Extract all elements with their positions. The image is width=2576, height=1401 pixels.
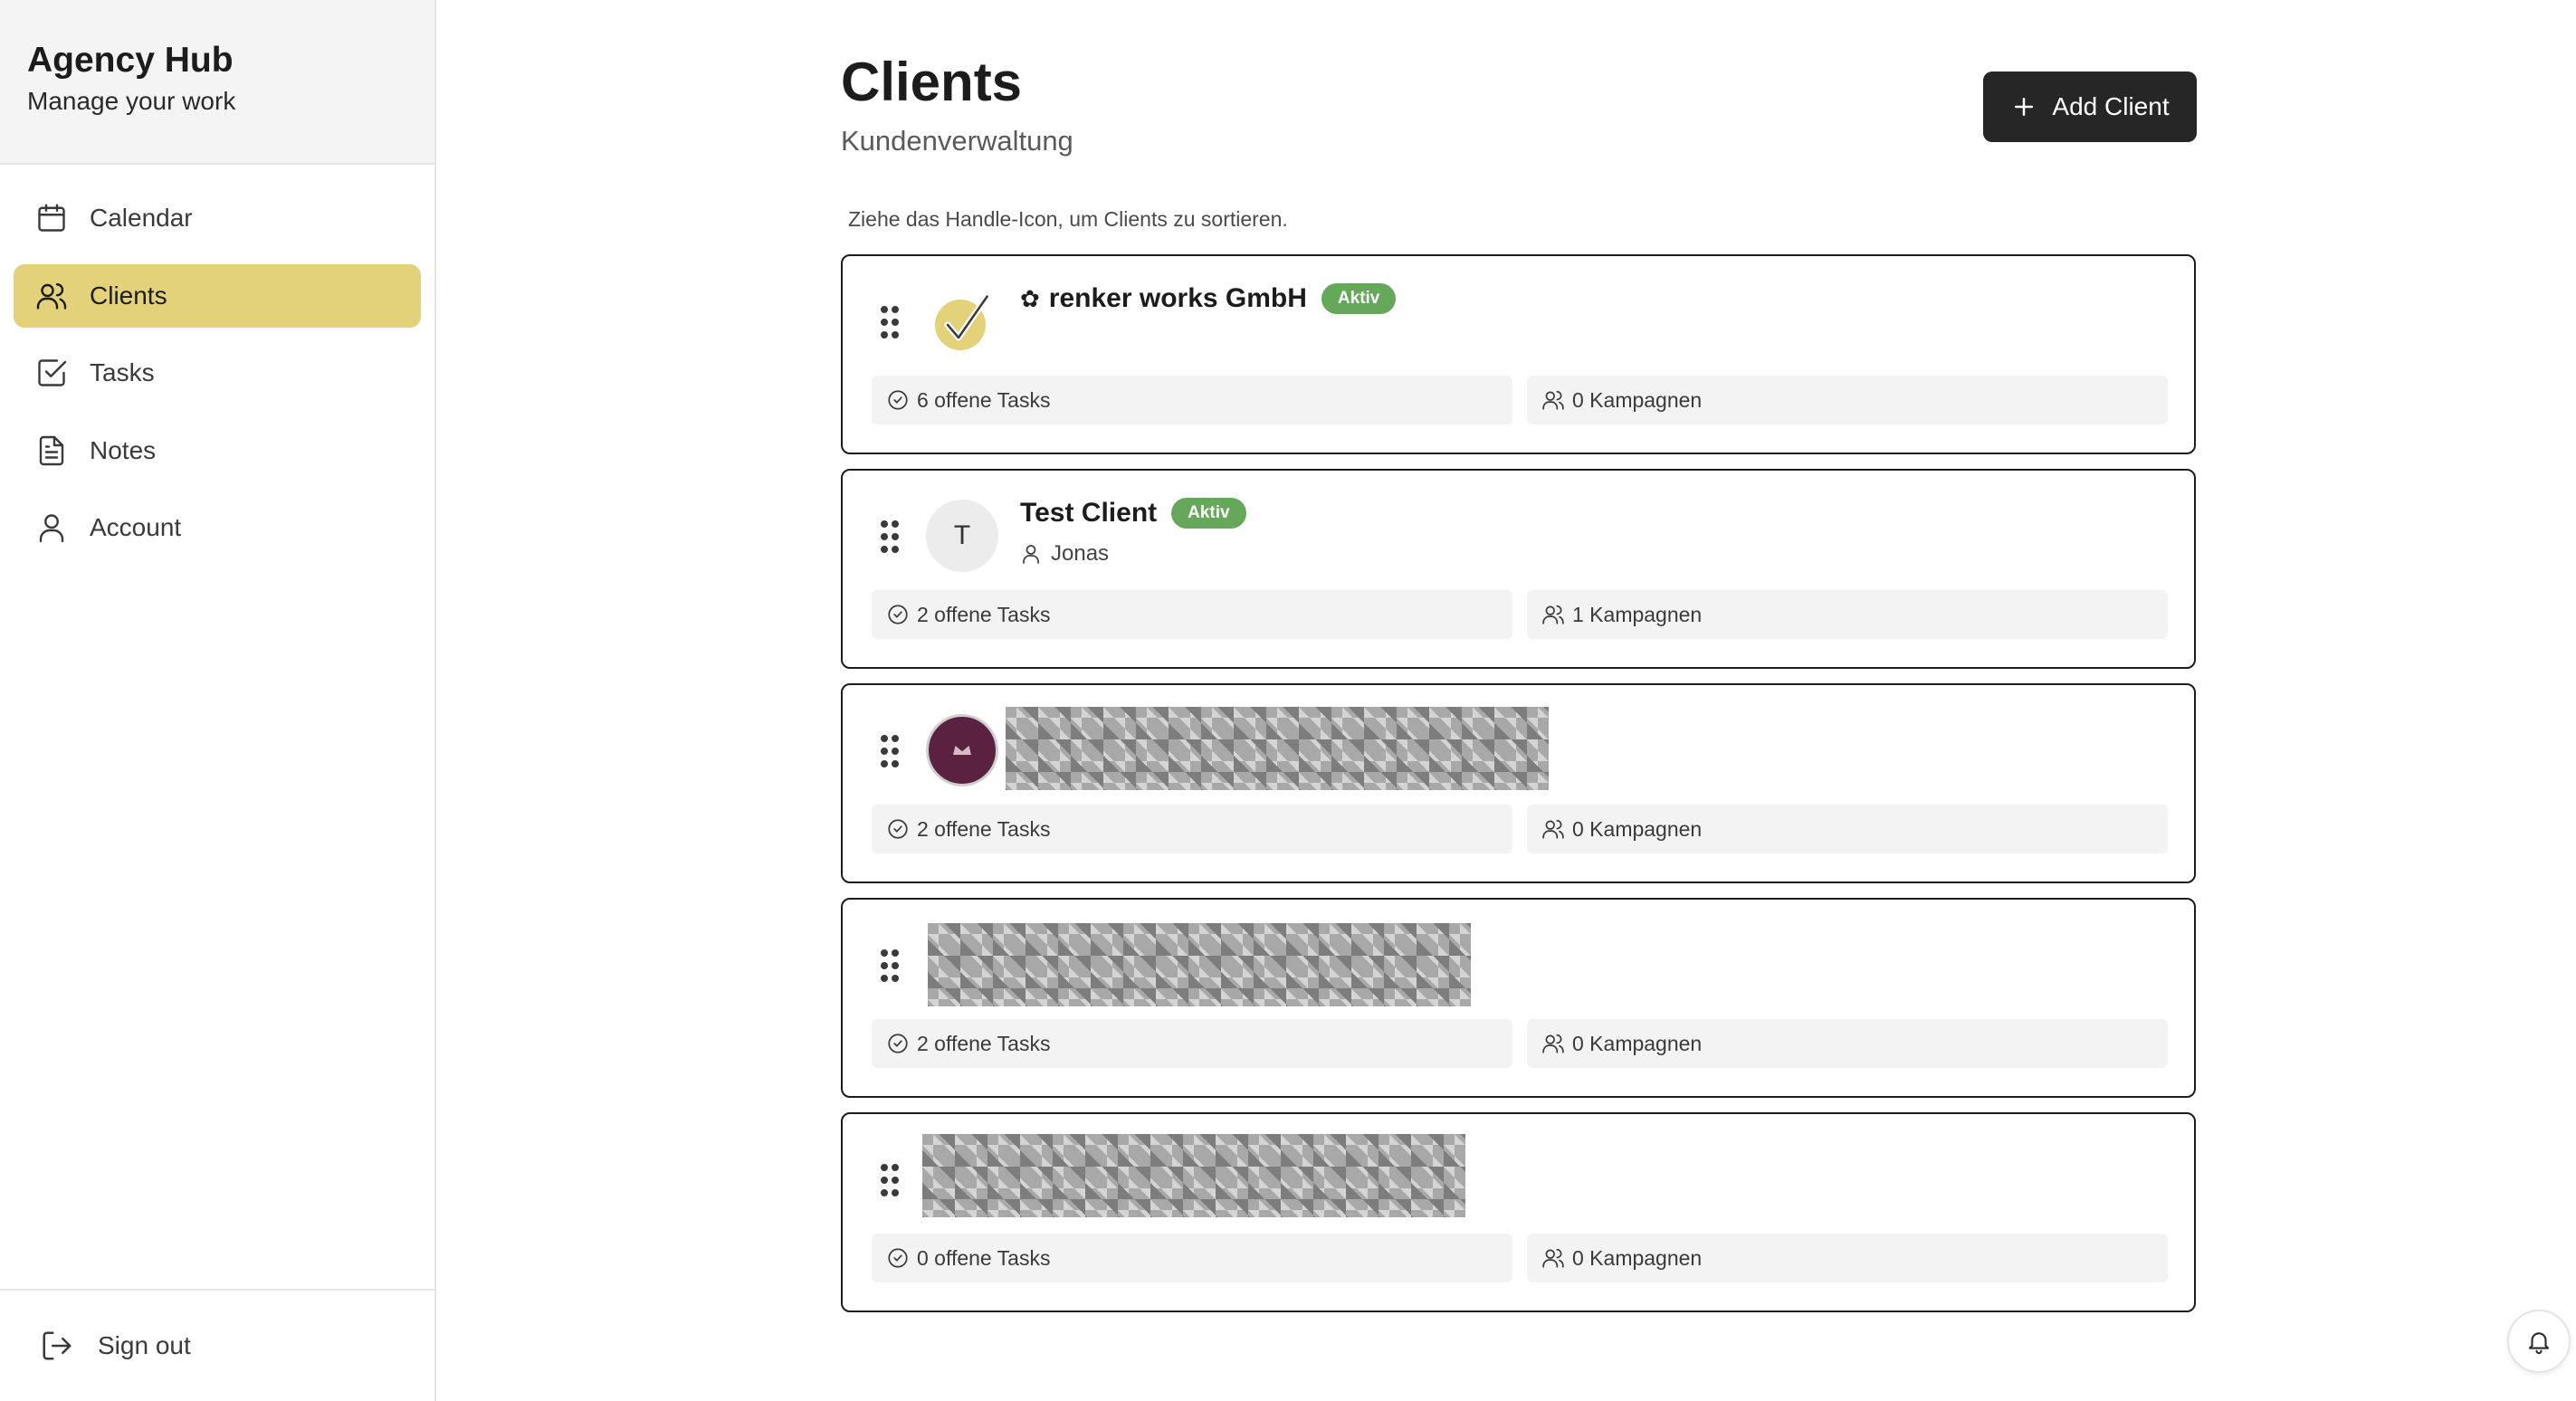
- users-icon: [1542, 819, 1564, 839]
- client-name: Test Client: [1020, 498, 1158, 528]
- client-name: renker works GmbH: [1048, 283, 1307, 313]
- user-icon: [39, 514, 64, 543]
- open-tasks-label: 0 offene Tasks: [917, 1245, 1051, 1270]
- status-badge: Aktiv: [1321, 283, 1397, 314]
- drag-handle-icon[interactable]: [879, 948, 901, 983]
- check-circle-icon: [888, 1034, 908, 1053]
- redacted-client-name: [922, 1134, 1465, 1217]
- sidebar-item-label: Notes: [90, 435, 157, 464]
- client-card[interactable]: T Test Client Aktiv Jonas 2 offene Tasks…: [841, 469, 2196, 669]
- users-icon: [36, 282, 67, 310]
- client-card[interactable]: 2 offene Tasks 0 Kampagnen: [841, 683, 2196, 883]
- sign-out-icon: [43, 1331, 72, 1360]
- sidebar-item-clients[interactable]: Clients: [14, 263, 421, 328]
- campaigns-label: 0 Kampagnen: [1572, 816, 1703, 841]
- sort-hint: Ziehe das Handle-Icon, um Clients zu sor…: [848, 207, 1288, 231]
- client-logo: [926, 285, 998, 357]
- page-subtitle: Kundenverwaltung: [841, 125, 1073, 157]
- open-tasks-stat: 0 offene Tasks: [872, 1234, 1512, 1282]
- sidebar-item-label: Tasks: [90, 358, 155, 386]
- sidebar-item-label: Clients: [90, 281, 167, 310]
- redacted-client-name: [1006, 707, 1549, 790]
- client-name-row: Test Client Aktiv: [1020, 498, 1246, 529]
- client-name-row: ✿ renker works GmbH Aktiv: [1020, 283, 1397, 314]
- campaigns-stat: 0 Kampagnen: [1527, 1019, 2168, 1068]
- check-circle-icon: [888, 605, 908, 624]
- add-client-label: Add Client: [2052, 92, 2170, 120]
- client-card[interactable]: 2 offene Tasks 0 Kampagnen: [841, 898, 2196, 1098]
- sidebar-footer: Sign out: [0, 1289, 434, 1401]
- sidebar-item-notes[interactable]: Notes: [14, 419, 421, 482]
- campaigns-label: 0 Kampagnen: [1572, 1031, 1703, 1055]
- users-icon: [1542, 1034, 1564, 1053]
- redacted-client-name: [928, 923, 1471, 1006]
- sidebar-item-label: Account: [90, 513, 182, 541]
- campaigns-stat: 0 Kampagnen: [1527, 376, 2168, 424]
- check-circle-icon: [888, 390, 908, 410]
- users-icon: [1542, 390, 1564, 410]
- sidebar-item-label: Calendar: [90, 204, 193, 232]
- sidebar-item-tasks[interactable]: Tasks: [14, 341, 421, 405]
- checkmark-logo-icon: [935, 292, 991, 350]
- contact-name: Jonas: [1051, 541, 1110, 566]
- client-card[interactable]: 0 offene Tasks 0 Kampagnen: [841, 1112, 2196, 1312]
- client-list: ✿ renker works GmbH Aktiv 6 offene Tasks…: [841, 254, 2196, 1327]
- campaigns-label: 0 Kampagnen: [1572, 387, 1703, 412]
- avatar: T: [926, 500, 998, 572]
- open-tasks-label: 6 offene Tasks: [917, 387, 1051, 412]
- user-icon: [1023, 545, 1039, 564]
- app-subtitle: Manage your work: [27, 87, 236, 115]
- contact-person: Jonas: [1020, 541, 1109, 567]
- campaigns-label: 0 Kampagnen: [1572, 1245, 1703, 1270]
- campaigns-label: 1 Kampagnen: [1572, 602, 1703, 626]
- open-tasks-stat: 2 offene Tasks: [872, 1019, 1512, 1068]
- drag-handle-icon[interactable]: [879, 519, 901, 554]
- drag-handle-icon[interactable]: [879, 1163, 901, 1197]
- sidebar-item-account[interactable]: Account: [14, 496, 421, 559]
- document-icon: [39, 435, 64, 465]
- client-logo: [926, 714, 998, 786]
- flower-icon: ✿: [1020, 284, 1040, 312]
- bell-icon: [2528, 1332, 2550, 1355]
- sign-out-label: Sign out: [98, 1331, 191, 1359]
- add-client-button[interactable]: Add Client: [1983, 71, 2197, 142]
- open-tasks-stat: 2 offene Tasks: [872, 805, 1512, 853]
- sidebar-item-calendar[interactable]: Calendar: [14, 186, 421, 250]
- status-badge: Aktiv: [1171, 498, 1246, 529]
- sidebar: Agency Hub Manage your work Calendar Cli…: [0, 0, 436, 1401]
- calendar-icon: [38, 204, 65, 232]
- open-tasks-stat: 6 offene Tasks: [872, 376, 1512, 424]
- campaigns-stat: 1 Kampagnen: [1527, 590, 2168, 639]
- check-circle-icon: [888, 1248, 908, 1268]
- drag-handle-icon[interactable]: [879, 734, 901, 768]
- users-icon: [1542, 605, 1564, 624]
- users-icon: [1542, 1248, 1564, 1268]
- crown-logo-icon: [953, 746, 971, 755]
- checkbox-icon: [38, 359, 67, 386]
- campaigns-stat: 0 Kampagnen: [1527, 805, 2168, 853]
- open-tasks-label: 2 offene Tasks: [917, 816, 1051, 841]
- app-title: Agency Hub: [27, 41, 234, 80]
- sidebar-nav: Calendar Clients Tasks Notes Account: [0, 165, 434, 559]
- campaigns-stat: 0 Kampagnen: [1527, 1234, 2168, 1282]
- drag-handle-icon[interactable]: [879, 305, 901, 339]
- plus-icon: [2015, 98, 2034, 116]
- sidebar-header: Agency Hub Manage your work: [0, 0, 434, 165]
- page-title: Clients: [841, 52, 1023, 112]
- notifications-button[interactable]: [2507, 1310, 2571, 1373]
- sign-out-button[interactable]: Sign out: [40, 1329, 191, 1363]
- open-tasks-stat: 2 offene Tasks: [872, 590, 1512, 639]
- open-tasks-label: 2 offene Tasks: [917, 602, 1051, 626]
- client-card[interactable]: ✿ renker works GmbH Aktiv 6 offene Tasks…: [841, 254, 2196, 454]
- check-circle-icon: [888, 819, 908, 839]
- open-tasks-label: 2 offene Tasks: [917, 1031, 1051, 1055]
